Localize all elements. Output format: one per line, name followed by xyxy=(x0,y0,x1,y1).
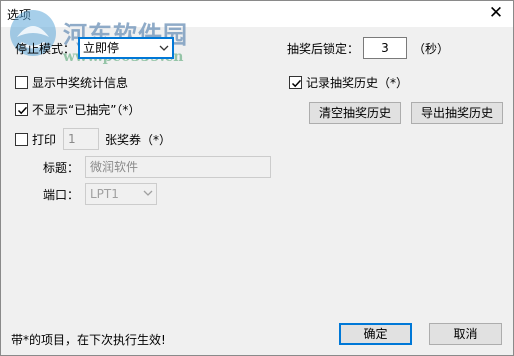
check-icon xyxy=(291,79,302,88)
ok-button[interactable]: 确定 xyxy=(339,323,412,345)
check-icon xyxy=(17,106,28,115)
show-stats-checkbox[interactable] xyxy=(15,76,28,89)
clear-history-button[interactable]: 清空抽奖历史 xyxy=(309,102,401,124)
cancel-button[interactable]: 取消 xyxy=(429,323,502,345)
stop-mode-select[interactable]: 立即停 xyxy=(78,37,174,59)
print-port-label: 端口： xyxy=(43,188,80,202)
print-port-select[interactable]: LPT1 xyxy=(85,183,157,205)
print-label[interactable]: 打印 xyxy=(32,132,56,148)
lock-after-value: 3 xyxy=(381,41,389,55)
print-title-value: 微润软件 xyxy=(90,160,139,174)
options-dialog: 选项 ✕ 河东软件园 www.pc0359.cn 停止模式： 立即停 抽奖后锁定… xyxy=(0,0,514,356)
hide-drawn-label[interactable]: 不显示“已抽完”（*） xyxy=(32,102,140,118)
close-button[interactable]: ✕ xyxy=(485,3,507,23)
window-title: 选项 xyxy=(7,8,32,22)
print-count-input[interactable]: 1 xyxy=(63,128,99,150)
title-bar: 选项 ✕ xyxy=(1,1,513,27)
print-count-value: 1 xyxy=(68,132,76,146)
print-port-value: LPT1 xyxy=(90,187,119,201)
record-history-label[interactable]: 记录抽奖历史（*） xyxy=(306,75,408,91)
print-title-label: 标题： xyxy=(43,161,80,175)
lock-after-unit: （秒） xyxy=(413,42,450,56)
show-stats-label[interactable]: 显示中奖统计信息 xyxy=(32,75,128,91)
export-history-button[interactable]: 导出抽奖历史 xyxy=(411,102,503,124)
chevron-down-icon xyxy=(143,190,153,196)
lock-after-input[interactable]: 3 xyxy=(363,37,407,59)
lock-after-label: 抽奖后锁定： xyxy=(287,42,360,56)
close-icon: ✕ xyxy=(488,3,504,23)
record-history-checkbox[interactable] xyxy=(289,76,302,89)
footer-note: 带*的项目，在下次执行生效! xyxy=(11,333,166,347)
chevron-down-icon xyxy=(159,45,169,51)
stop-mode-value: 立即停 xyxy=(83,41,120,55)
print-title-input[interactable]: 微润软件 xyxy=(85,156,271,178)
print-checkbox[interactable] xyxy=(15,133,28,146)
hide-drawn-checkbox[interactable] xyxy=(15,103,28,116)
stop-mode-label: 停止模式： xyxy=(15,42,76,56)
print-count-suffix: 张奖券（*） xyxy=(105,133,172,147)
